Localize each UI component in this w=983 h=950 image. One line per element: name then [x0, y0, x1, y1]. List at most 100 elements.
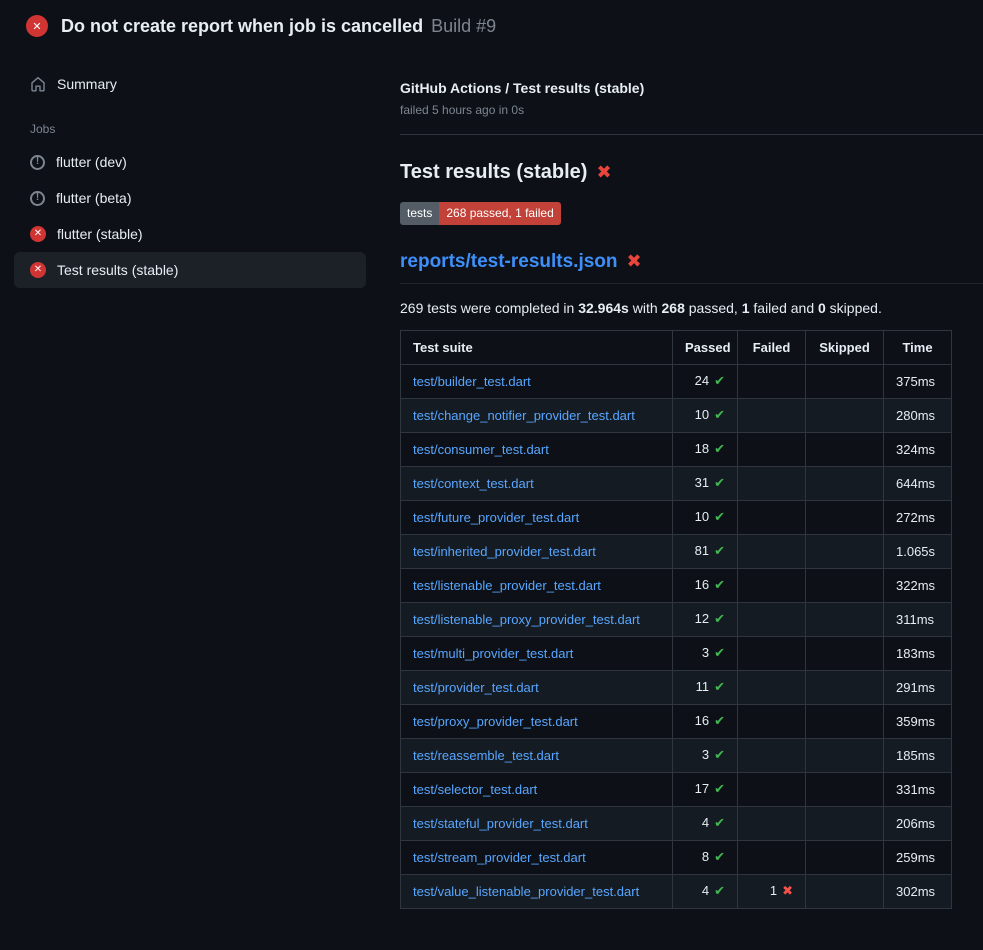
summary-text: passed,: [685, 300, 742, 316]
check-icon: ✔: [714, 441, 725, 456]
section-title-text: Test results (stable): [400, 161, 587, 184]
skipped-cell: [806, 670, 884, 704]
suite-cell: test/inherited_provider_test.dart: [401, 534, 673, 568]
summary-text: 269 tests were completed in: [400, 300, 578, 316]
time-cell: 280ms: [884, 398, 952, 432]
failed-status-icon: ✕: [26, 15, 48, 37]
run-status-text: failed 5 hours ago in 0s: [400, 103, 983, 117]
breadcrumb: GitHub Actions / Test results (stable): [400, 80, 983, 96]
sidebar-item-summary[interactable]: Summary: [14, 66, 366, 102]
suite-link[interactable]: test/listenable_provider_test.dart: [413, 578, 601, 593]
passed-cell: 16✔: [673, 704, 738, 738]
time-cell: 322ms: [884, 568, 952, 602]
summary-text: skipped.: [826, 300, 882, 316]
home-icon: [30, 76, 46, 92]
failed-cell: [738, 772, 806, 806]
suite-cell: test/builder_test.dart: [401, 364, 673, 398]
badge-label: tests: [400, 202, 439, 225]
suite-cell: test/consumer_test.dart: [401, 432, 673, 466]
build-number: Build #9: [431, 16, 496, 37]
passed-cell: 17✔: [673, 772, 738, 806]
section-title: Test results (stable) ✖: [400, 161, 983, 184]
check-icon: ✔: [714, 373, 725, 388]
suite-link[interactable]: test/proxy_provider_test.dart: [413, 714, 578, 729]
suite-link[interactable]: test/context_test.dart: [413, 476, 534, 491]
failed-cell: [738, 738, 806, 772]
sidebar-job-item[interactable]: ✕ Test results (stable): [14, 252, 366, 288]
summary-text: with: [629, 300, 662, 316]
table-row: test/context_test.dart 31✔ 644ms: [401, 466, 952, 500]
suite-link[interactable]: test/reassemble_test.dart: [413, 748, 559, 763]
suite-cell: test/multi_provider_test.dart: [401, 636, 673, 670]
suite-cell: test/provider_test.dart: [401, 670, 673, 704]
suite-link[interactable]: test/listenable_proxy_provider_test.dart: [413, 612, 640, 627]
time-cell: 302ms: [884, 874, 952, 908]
suite-cell: test/future_provider_test.dart: [401, 500, 673, 534]
sidebar-job-item[interactable]: ! flutter (beta): [14, 180, 366, 216]
passed-cell: 18✔: [673, 432, 738, 466]
time-cell: 259ms: [884, 840, 952, 874]
suite-cell: test/proxy_provider_test.dart: [401, 704, 673, 738]
count-value: 81: [695, 543, 709, 558]
suite-link[interactable]: test/provider_test.dart: [413, 680, 539, 695]
passed-cell: 4✔: [673, 806, 738, 840]
failed-cell: [738, 398, 806, 432]
sidebar-job-item[interactable]: ✕ flutter (stable): [14, 216, 366, 252]
suite-link[interactable]: test/change_notifier_provider_test.dart: [413, 408, 635, 423]
report-link[interactable]: reports/test-results.json: [400, 251, 618, 273]
suite-link[interactable]: test/builder_test.dart: [413, 374, 531, 389]
divider: [400, 134, 983, 135]
skipped-cell: [806, 364, 884, 398]
badge-row: tests 268 passed, 1 failed: [400, 202, 983, 225]
sidebar-item-label: Test results (stable): [57, 262, 178, 278]
suite-cell: test/listenable_proxy_provider_test.dart: [401, 602, 673, 636]
column-header: Test suite: [401, 330, 673, 364]
count-value: 3: [702, 645, 709, 660]
table-row: test/change_notifier_provider_test.dart …: [401, 398, 952, 432]
x-icon: ✖: [627, 251, 642, 272]
table-row: test/reassemble_test.dart 3✔ 185ms: [401, 738, 952, 772]
suite-link[interactable]: test/future_provider_test.dart: [413, 510, 579, 525]
failed-cell: [738, 704, 806, 738]
time-cell: 311ms: [884, 602, 952, 636]
passed-cell: 24✔: [673, 364, 738, 398]
main-content: GitHub Actions / Test results (stable) f…: [380, 50, 983, 950]
suite-link[interactable]: test/multi_provider_test.dart: [413, 646, 573, 661]
summary-skipped-count: 0: [818, 300, 826, 316]
suite-link[interactable]: test/consumer_test.dart: [413, 442, 549, 457]
skipped-cell: [806, 568, 884, 602]
suite-link[interactable]: test/stream_provider_test.dart: [413, 850, 586, 865]
results-table: Test suitePassedFailedSkippedTime test/b…: [400, 330, 952, 909]
check-icon: ✔: [714, 815, 725, 830]
count-value: 8: [702, 849, 709, 864]
suite-cell: test/reassemble_test.dart: [401, 738, 673, 772]
time-cell: 359ms: [884, 704, 952, 738]
table-row: test/provider_test.dart 11✔ 291ms: [401, 670, 952, 704]
build-title: Do not create report when job is cancell…: [61, 16, 423, 37]
suite-link[interactable]: test/stateful_provider_test.dart: [413, 816, 588, 831]
failed-cell: [738, 432, 806, 466]
results-table-body: test/builder_test.dart 24✔ 375ms test/ch…: [401, 364, 952, 908]
passed-cell: 31✔: [673, 466, 738, 500]
count-value: 31: [695, 475, 709, 490]
check-icon: ✔: [714, 747, 725, 762]
table-row: test/future_provider_test.dart 10✔ 272ms: [401, 500, 952, 534]
time-cell: 1.065s: [884, 534, 952, 568]
sidebar-job-item[interactable]: ! flutter (dev): [14, 144, 366, 180]
passed-cell: 10✔: [673, 500, 738, 534]
failed-cell: [738, 568, 806, 602]
time-cell: 206ms: [884, 806, 952, 840]
suite-link[interactable]: test/inherited_provider_test.dart: [413, 544, 596, 559]
suite-link[interactable]: test/selector_test.dart: [413, 782, 537, 797]
passed-cell: 16✔: [673, 568, 738, 602]
skipped-cell: [806, 432, 884, 466]
count-value: 4: [702, 883, 709, 898]
build-results-page: ✕ Do not create report when job is cance…: [0, 0, 983, 950]
failed-cell: [738, 534, 806, 568]
jobs-section-label: Jobs: [30, 122, 366, 136]
suite-cell: test/stream_provider_test.dart: [401, 840, 673, 874]
count-value: 12: [695, 611, 709, 626]
skipped-cell: [806, 534, 884, 568]
failed-cell: [738, 670, 806, 704]
suite-link[interactable]: test/value_listenable_provider_test.dart: [413, 884, 639, 899]
